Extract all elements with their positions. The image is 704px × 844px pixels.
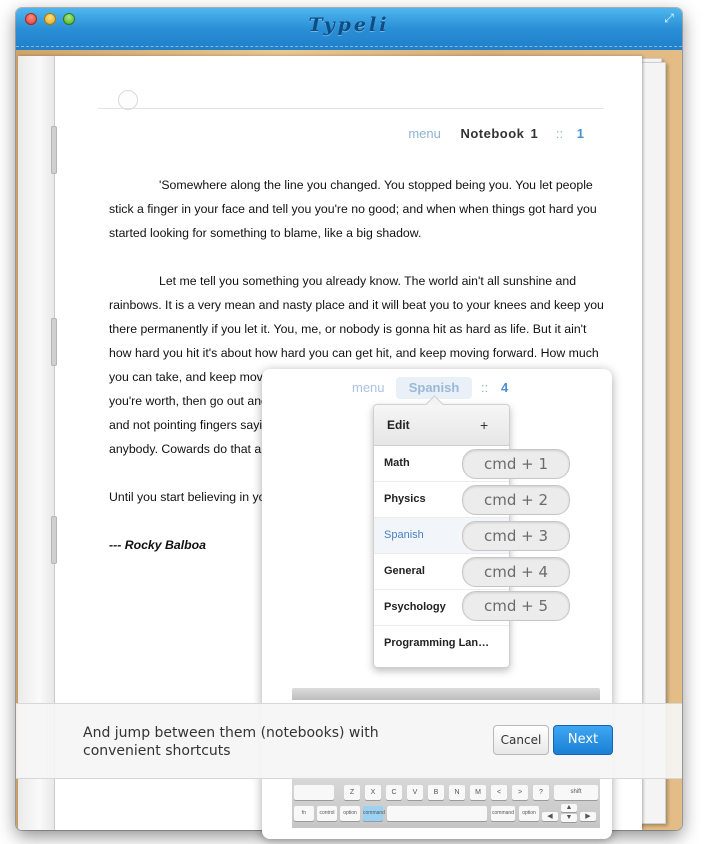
keyboard-key: fn: [294, 806, 314, 821]
next-button[interactable]: Next: [553, 725, 613, 755]
arrow-key: ▼: [561, 814, 577, 822]
popover-page-number: 4: [501, 380, 509, 395]
notebook-number: 1: [530, 126, 539, 141]
notebook-item-label: Programming Lan…: [384, 637, 490, 649]
keyboard-illustration: Z X C V B N M < > ? shift fn control opt…: [292, 776, 600, 828]
keyboard-key: N: [449, 785, 465, 800]
edit-button[interactable]: Edit: [387, 418, 410, 432]
notebook-item-label: Physics: [384, 493, 426, 505]
notebook-name[interactable]: Notebook 1: [460, 126, 538, 141]
notebook-item-label: Math: [384, 457, 410, 469]
shortcut-badge: cmd + 2: [462, 485, 570, 515]
binder-ring: [51, 516, 57, 564]
dropdown-header: Edit +: [374, 405, 509, 446]
arrow-key: ◀: [542, 812, 558, 821]
popover-menu-link[interactable]: menu: [352, 380, 385, 395]
app-title: Typeli: [308, 14, 390, 36]
page-hole: [118, 90, 138, 110]
arrow-key: ▶: [580, 812, 596, 821]
paragraph: 'Somewhere along the line you changed. Y…: [109, 178, 597, 240]
fullscreen-icon[interactable]: ⤢: [662, 11, 676, 25]
keyboard-key: option: [519, 806, 539, 821]
header-separator: ::: [555, 126, 564, 141]
keyboard-key: X: [365, 785, 381, 800]
title-bar: Typeli ⤢: [16, 8, 682, 51]
keyboard-key: option: [340, 806, 360, 821]
keyboard-key: <: [491, 785, 507, 800]
popover-separator: ::: [481, 380, 489, 395]
keyboard-top-frame: [292, 688, 600, 700]
keyboard-key: command: [491, 806, 515, 821]
notebook-item-label: Psychology: [384, 601, 446, 613]
keyboard-space-key: [387, 806, 487, 821]
keyboard-key: M: [470, 785, 486, 800]
keyboard-key: Z: [344, 785, 360, 800]
keyboard-key: B: [428, 785, 444, 800]
notebook-item-programming[interactable]: Programming Lan…: [374, 626, 509, 661]
arrow-key: ▲: [561, 804, 577, 812]
cancel-button[interactable]: Cancel: [493, 725, 549, 755]
shortcut-badge: cmd + 3: [462, 521, 570, 551]
keyboard-key: C: [386, 785, 402, 800]
notebook-header: menu Notebook 1 :: 1: [18, 126, 584, 141]
shortcut-badge: cmd + 5: [462, 591, 570, 621]
notebook-label: Notebook: [460, 126, 525, 141]
notebook-item-label: General: [384, 565, 425, 577]
page-number[interactable]: 1: [577, 126, 584, 141]
binder-ring: [51, 318, 57, 366]
keyboard-key: [294, 785, 334, 800]
tutorial-message: And jump between them (notebooks) with c…: [83, 725, 379, 759]
keyboard-key: ?: [533, 785, 549, 800]
keyboard-key: V: [407, 785, 423, 800]
keyboard-key: control: [317, 806, 337, 821]
keyboard-key: shift: [554, 785, 598, 800]
notebook-item-label: Spanish: [384, 529, 424, 541]
shortcut-badge: cmd + 1: [462, 449, 570, 479]
keyboard-key: >: [512, 785, 528, 800]
shortcut-badge: cmd + 4: [462, 557, 570, 587]
keyboard-key-command-highlighted: command: [363, 806, 385, 821]
menu-link[interactable]: menu: [408, 126, 441, 141]
page-top-rule: [98, 108, 604, 109]
popover-header: menu Spanish :: 4: [262, 377, 612, 399]
add-notebook-icon[interactable]: +: [480, 417, 488, 433]
tutorial-banner: And jump between them (notebooks) with c…: [16, 703, 682, 779]
